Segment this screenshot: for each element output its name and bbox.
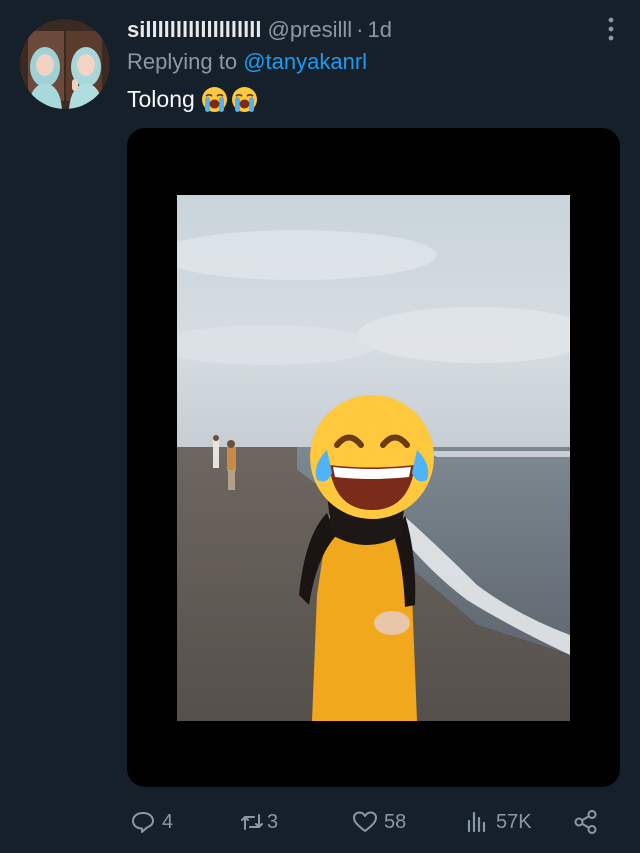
share-icon <box>573 809 599 835</box>
more-options-icon[interactable] <box>604 16 618 42</box>
loudly-crying-face-icon <box>231 86 258 113</box>
tweet-header: silllllllllllllllllll @presilll · 1d <box>127 14 620 46</box>
beach-photo <box>177 195 570 721</box>
tweet-media[interactable] <box>127 128 620 787</box>
heart-icon <box>352 809 378 835</box>
separator-dot: · <box>356 17 364 42</box>
reply-button[interactable]: 4 <box>130 803 173 841</box>
share-button[interactable] <box>573 803 599 841</box>
retweet-button[interactable]: 3 <box>239 803 278 841</box>
retweet-count: 3 <box>267 810 279 833</box>
face-with-tears-of-joy-icon <box>310 395 434 519</box>
retweet-icon <box>239 809 265 835</box>
loudly-crying-face-icon <box>201 86 228 113</box>
views-button[interactable]: 57K <box>464 803 532 841</box>
author-avatar[interactable] <box>20 19 110 109</box>
author-handle[interactable]: @presilll <box>267 17 352 43</box>
like-count: 58 <box>384 810 407 833</box>
replying-prefix: Replying to <box>127 49 238 74</box>
like-button[interactable]: 58 <box>352 803 406 841</box>
views-count: 57K <box>496 810 532 833</box>
tweet-time[interactable]: 1d <box>368 17 392 43</box>
reply-count: 4 <box>162 810 174 833</box>
replying-to-line: Replying to @tanyakanrl <box>127 49 367 75</box>
replying-mention-link[interactable]: @tanyakanrl <box>243 49 367 74</box>
avatar-image <box>20 19 110 109</box>
views-chart-icon <box>464 809 490 835</box>
tweet-text: Tolong <box>127 86 258 113</box>
author-name[interactable]: silllllllllllllllllll <box>127 17 261 43</box>
tweet-actions: 4 3 58 57K <box>127 803 620 841</box>
tweet-text-body: Tolong <box>127 86 195 112</box>
reply-icon <box>130 809 156 835</box>
